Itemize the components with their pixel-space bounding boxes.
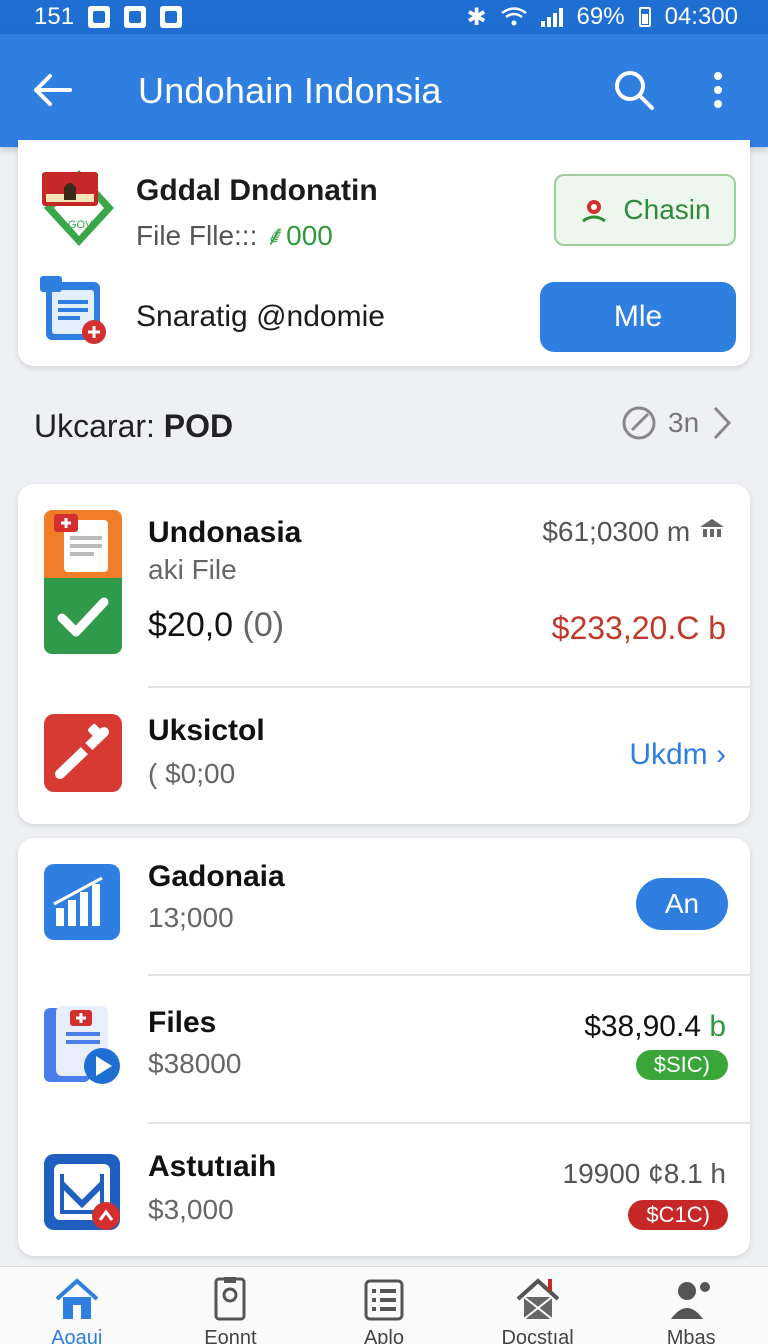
nav-home[interactable]: Aoaui <box>7 1277 147 1344</box>
more-vert-icon[interactable] <box>700 68 736 112</box>
list-icon <box>364 1279 404 1321</box>
item-link-label: Ukdm <box>629 738 708 771</box>
nav-label: Mbas <box>666 1327 716 1344</box>
bank-icon <box>700 519 724 537</box>
nav-label: Aoaui <box>51 1327 103 1344</box>
subtitle-value: 000 <box>286 220 333 251</box>
section-label: Ukcarar: <box>34 408 155 444</box>
account-summary-card: GOV Gddal Dndonatin File Flle::: ⸙000 Ch… <box>18 140 750 366</box>
battery-percent: 69% <box>576 3 625 30</box>
nav-label: Eonnt <box>204 1327 257 1344</box>
item-right-value: $38,90.4 <box>584 1010 701 1043</box>
battery-icon <box>638 7 651 27</box>
item-amount: $20,0 (0) <box>148 606 284 645</box>
amount-paren: (0) <box>242 606 285 644</box>
mle-button[interactable]: Mle <box>540 282 736 352</box>
back-arrow-icon[interactable] <box>30 68 74 112</box>
document-add-icon <box>40 276 106 344</box>
edit-circle-icon <box>622 406 656 440</box>
status-left-text: 151 <box>34 3 75 30</box>
item-title: Undonasia <box>148 516 302 549</box>
app-title: Undohain Indonsia <box>138 70 442 111</box>
amount-value: $20,0 <box>148 606 234 644</box>
account-title: Gddal Dndonatin <box>136 174 378 207</box>
notification-icon <box>124 6 147 28</box>
nav-label: Docstıal <box>501 1327 574 1344</box>
section-count: 3n <box>668 407 700 438</box>
bottom-nav: Aoaui Eonnt Aplo Docstıal Mbas <box>0 1266 768 1344</box>
list-item[interactable]: Astutıaih $3,000 19900 ¢8.1 h $C1C) <box>18 1124 750 1256</box>
an-button[interactable]: An <box>636 878 728 930</box>
list-item[interactable]: Files $38000 $38,90.4 b $SIC) <box>18 976 750 1122</box>
item-right-bottom: $233,20.C b <box>551 610 726 646</box>
bar-chart-icon <box>44 864 120 940</box>
clock: 04:300 <box>664 3 738 30</box>
notification-icon <box>160 6 183 28</box>
leaf-icon: ⸙ <box>265 220 287 251</box>
section-filter[interactable]: 3n <box>620 404 733 442</box>
file-check-icon <box>44 510 122 654</box>
chasin-label: Chasin <box>623 194 711 225</box>
nav-list[interactable]: Aplo <box>314 1277 454 1344</box>
item-subtitle: 13;000 <box>148 902 234 933</box>
home-icon <box>55 1278 99 1319</box>
building-icon <box>516 1278 559 1320</box>
shield-check-icon <box>44 1154 120 1230</box>
item-right-suffix: b <box>709 1010 726 1043</box>
app-bar: Undohain Indonsia <box>0 34 768 147</box>
account-row-label: Snaratig @ndomie <box>136 300 385 333</box>
search-icon[interactable] <box>612 68 656 112</box>
svg-text:GOV: GOV <box>68 219 93 231</box>
section-header: Ukcarar: POD <box>34 408 233 445</box>
status-left: 151 <box>34 3 183 31</box>
status-bar: 151 ✱ 69% 04:300 <box>0 0 768 34</box>
document-icon <box>214 1277 246 1321</box>
wifi-icon <box>500 7 527 26</box>
chevron-right-icon <box>714 406 732 440</box>
bluetooth-icon: ✱ <box>466 3 487 31</box>
nav-document[interactable]: Eonnt <box>160 1277 300 1344</box>
list-item[interactable]: Undonasia aki File $20,0 (0) $61;0300 m … <box>18 484 750 684</box>
item-title: Astutıaih <box>148 1150 277 1183</box>
chevron-right-icon: › <box>716 738 726 771</box>
subtitle-prefix: File Flle::: <box>136 220 258 251</box>
item-title: Files <box>148 1006 217 1039</box>
tools-icon <box>44 714 122 792</box>
list-item[interactable]: Gadonaia 13;000 An <box>18 838 750 974</box>
government-building-icon: GOV <box>42 170 114 246</box>
item-right-top: 19900 ¢8.1 h <box>562 1158 727 1189</box>
accounts-card: Gadonaia 13;000 An Files $38000 $38,90.4… <box>18 838 750 1256</box>
item-subtitle: ( $0;00 <box>148 758 236 789</box>
item-subtitle: $38000 <box>148 1048 242 1079</box>
nav-building[interactable]: Docstıal <box>468 1277 608 1344</box>
item-link[interactable]: Ukdm › <box>629 738 726 772</box>
item-subtitle: $3,000 <box>148 1194 234 1225</box>
section-value: POD <box>163 408 234 444</box>
signal-icon <box>540 7 563 27</box>
item-subtitle: aki File <box>148 554 237 585</box>
media-file-icon <box>44 1006 120 1084</box>
chasin-button[interactable]: Chasin <box>554 174 736 246</box>
status-badge: $C1C) <box>628 1200 728 1230</box>
nav-label: Aplo <box>363 1327 404 1344</box>
item-right-top: $61;0300 m <box>542 516 726 548</box>
notification-icon <box>88 6 111 28</box>
location-pin-icon <box>582 200 607 223</box>
list-item[interactable]: Uksictol ( $0;00 Ukdm › <box>18 688 750 824</box>
people-icon <box>671 1282 711 1319</box>
item-right-top: $38,90.4 b <box>584 1010 726 1044</box>
transactions-card: Undonasia aki File $20,0 (0) $61;0300 m … <box>18 484 750 824</box>
status-badge: $SIC) <box>635 1050 728 1080</box>
status-right: ✱ 69% 04:300 <box>466 3 738 32</box>
item-right-value: $61;0300 m <box>542 516 691 547</box>
item-title: Uksictol <box>148 714 265 747</box>
item-title: Gadonaia <box>148 860 285 893</box>
account-subtitle: File Flle::: ⸙000 <box>136 216 333 254</box>
nav-people[interactable]: Mbas <box>621 1277 761 1344</box>
